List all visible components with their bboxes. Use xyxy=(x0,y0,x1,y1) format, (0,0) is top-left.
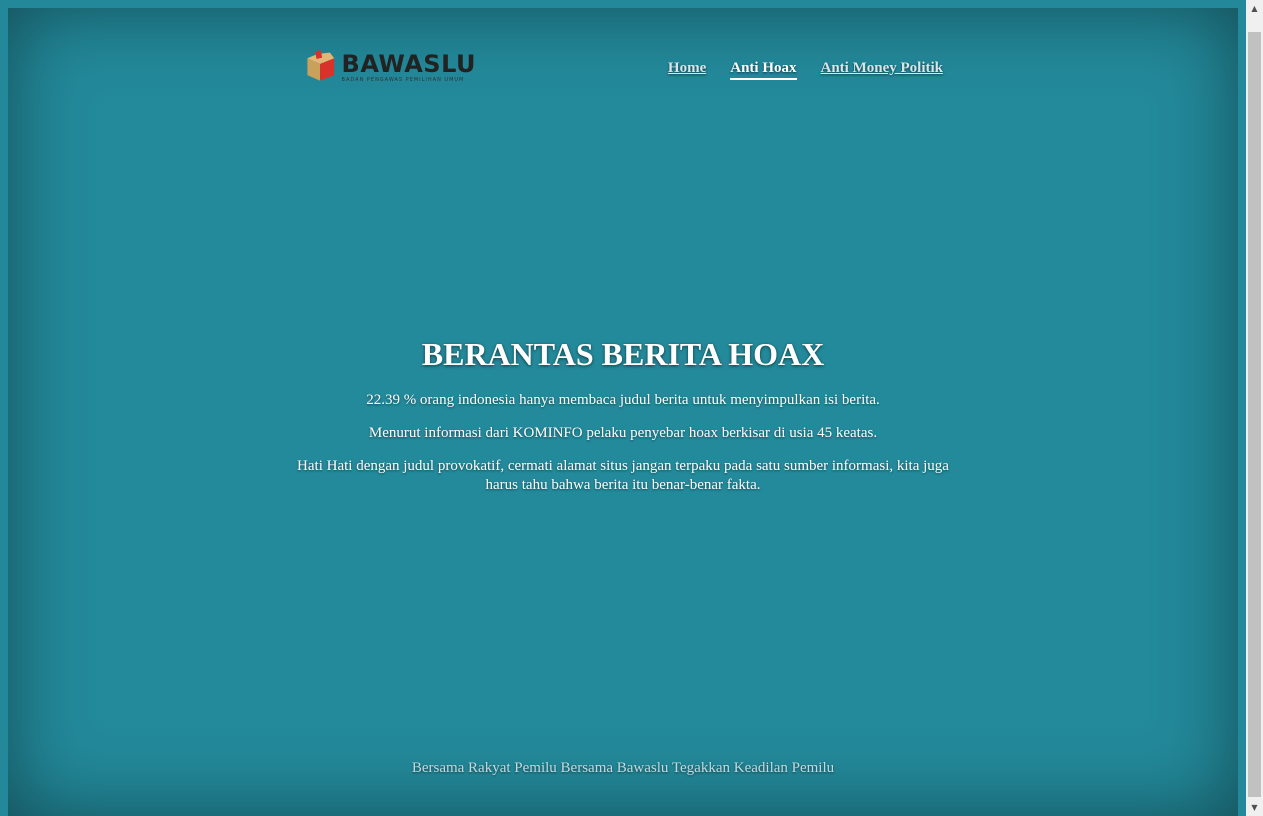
stat-paragraph: 22.39 % orang indonesia hanya membaca ju… xyxy=(366,392,880,408)
page-cover: BAWASLU BADAN PENGAWAS PEMILIHAN UMUM Ho… xyxy=(8,8,1238,816)
browser-viewport: BAWASLU BADAN PENGAWAS PEMILIHAN UMUM Ho… xyxy=(0,0,1246,816)
logo-subtitle: BADAN PENGAWAS PEMILIHAN UMUM xyxy=(341,77,465,83)
nav-home[interactable]: Home xyxy=(668,60,706,80)
logo-wordmark: BAWASLU xyxy=(341,50,476,78)
logo-text-group: BAWASLU BADAN PENGAWAS PEMILIHAN UMUM xyxy=(342,51,476,83)
kominfo-paragraph: Menurut informasi dari KOMINFO pelaku pe… xyxy=(368,425,878,441)
footer-tagline: Bersama Rakyat Pemilu Bersama Bawaslu Te… xyxy=(411,760,835,776)
triangle-up-icon[interactable]: ▲ xyxy=(1246,0,1263,17)
main-nav: Home Anti Hoax Anti Money Politik xyxy=(668,60,943,80)
vertical-scrollbar[interactable]: ▲ ▼ xyxy=(1246,0,1263,816)
hero-content: BERANTAS BERITA HOAX 22.39 % orang indon… xyxy=(8,334,1238,509)
nav-anti-hoax[interactable]: Anti Hoax xyxy=(730,60,797,80)
bawaslu-logo[interactable]: BAWASLU BADAN PENGAWAS PEMILIHAN UMUM xyxy=(306,42,476,90)
page-title: BERANTAS BERITA HOAX xyxy=(421,336,825,372)
advice-paragraph: Hati Hati dengan judul provokatif, cerma… xyxy=(297,458,949,493)
triangle-down-icon[interactable]: ▼ xyxy=(1246,799,1263,816)
scrollbar-thumb[interactable] xyxy=(1248,32,1261,797)
nav-anti-money-politik[interactable]: Anti Money Politik xyxy=(821,60,944,80)
ballot-box-logo-icon xyxy=(307,49,335,81)
